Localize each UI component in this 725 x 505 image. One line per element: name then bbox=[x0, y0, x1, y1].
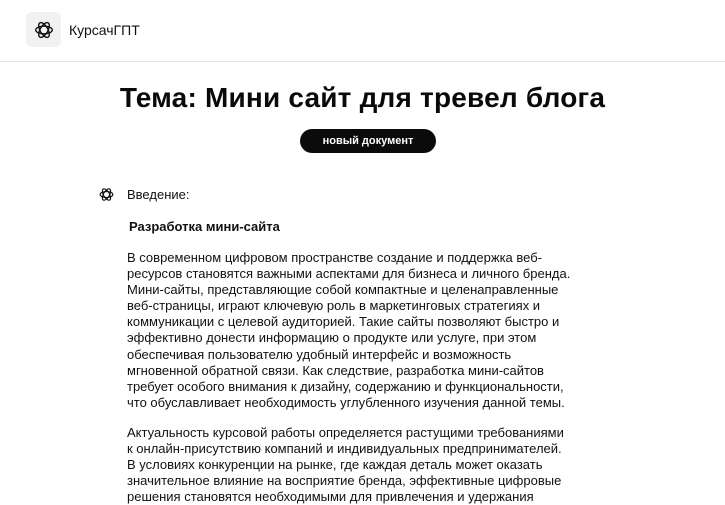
app-logo[interactable] bbox=[26, 12, 61, 47]
app-title: КурсачГПТ bbox=[69, 22, 140, 38]
openai-logo-icon bbox=[99, 188, 114, 201]
new-document-button[interactable]: новый документ bbox=[300, 129, 436, 153]
assistant-avatar bbox=[98, 186, 115, 203]
openai-logo-icon bbox=[34, 21, 53, 38]
body-paragraph: Актуальность курсовой работы определяетс… bbox=[127, 425, 564, 505]
section-heading: Разработка мини-сайта bbox=[129, 219, 280, 234]
intro-label: Введение: bbox=[127, 187, 190, 202]
page-title: Тема: Мини сайт для тревел блога bbox=[119, 82, 606, 113]
app-header: КурсачГПТ bbox=[0, 0, 725, 62]
body-paragraph: В современном цифровом пространстве созд… bbox=[127, 250, 571, 410]
